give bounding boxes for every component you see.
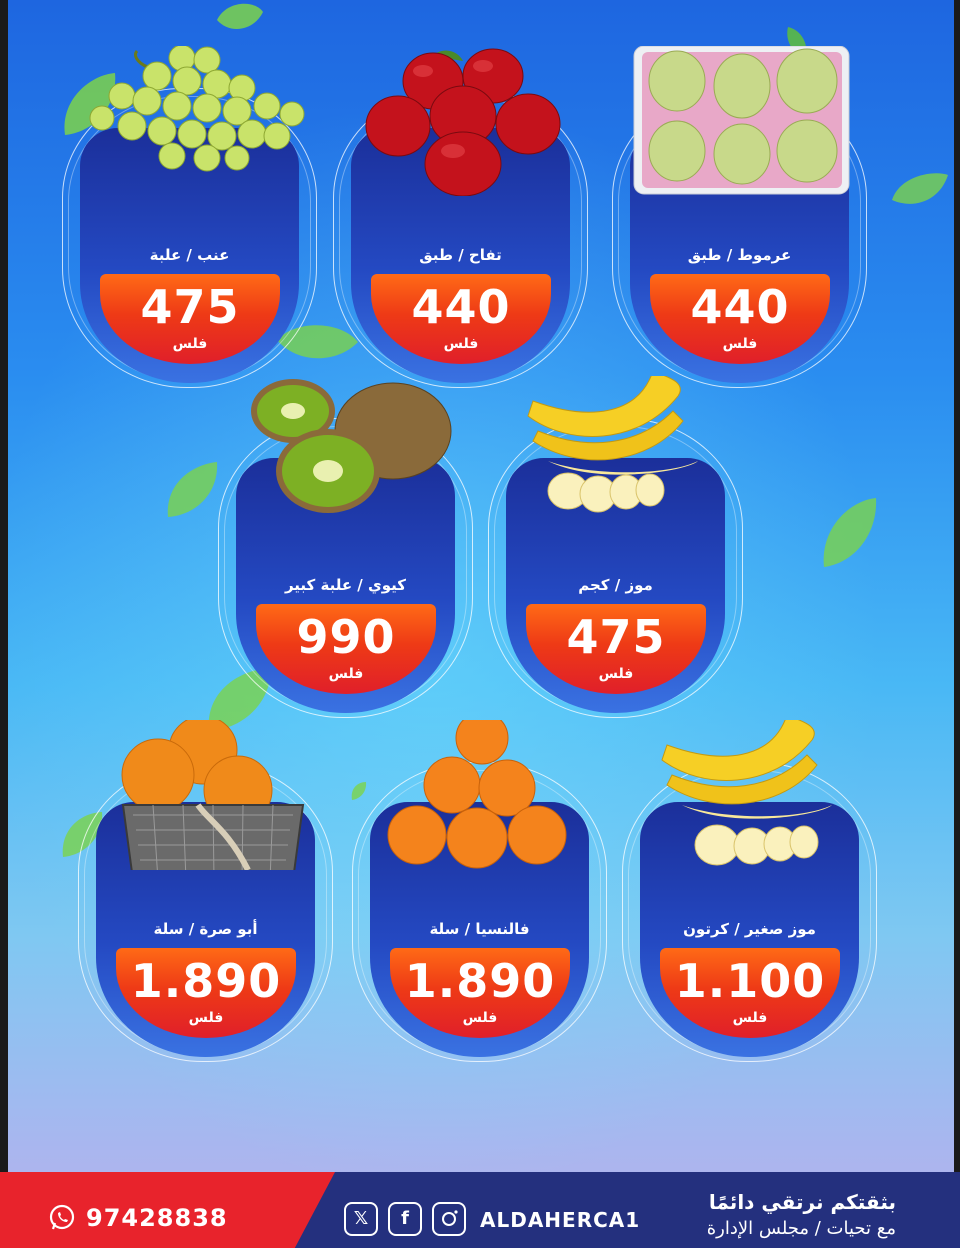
price-badge: 1.890 فلس xyxy=(390,948,570,1038)
price-badge: 475 فلس xyxy=(526,604,706,694)
banana-image xyxy=(661,720,832,866)
currency-label: فلس xyxy=(328,666,364,682)
product-label: موز صغير / كرتون xyxy=(683,920,816,938)
pears-tray-image xyxy=(633,46,850,195)
orange-basket-image xyxy=(121,720,305,870)
right-edge xyxy=(954,0,960,1180)
product-card-valencia-oranges[interactable]: فالنسيا / سلة 1.890 فلس xyxy=(352,720,607,1062)
currency-label: فلس xyxy=(443,336,479,352)
instagram-icon[interactable] xyxy=(432,1202,466,1236)
price-value: 475 xyxy=(566,610,666,664)
currency-label: فلس xyxy=(462,1010,498,1026)
phone-number[interactable]: 97428838 xyxy=(86,1204,228,1232)
price-badge: 475 فلس xyxy=(100,274,280,364)
currency-label: فلس xyxy=(598,666,634,682)
footer-contact-section: 97428838 xyxy=(0,1172,335,1248)
price-value: 440 xyxy=(690,280,790,334)
left-edge xyxy=(0,0,8,1180)
product-label: أبو صرة / سلة xyxy=(153,920,258,938)
product-card-grapes[interactable]: عنب / علبة 475 فلس xyxy=(62,46,317,388)
product-label: موز / كجم xyxy=(578,576,653,594)
banana-image xyxy=(527,376,698,513)
leaf-decoration xyxy=(892,173,948,204)
price-badge: 440 فلس xyxy=(371,274,551,364)
social-handle[interactable]: ALDAHERCA1 xyxy=(480,1208,640,1232)
apples-image xyxy=(365,48,561,196)
product-label: تفاح / طبق xyxy=(419,246,502,264)
product-card-orange-basket[interactable]: أبو صرة / سلة 1.890 فلس xyxy=(78,720,333,1062)
currency-label: فلس xyxy=(732,1010,768,1026)
price-value: 1.100 xyxy=(674,954,826,1008)
product-card-pears[interactable]: عرموط / طبق 440 فلس xyxy=(612,46,867,388)
currency-label: فلس xyxy=(172,336,208,352)
price-value: 1.890 xyxy=(404,954,556,1008)
currency-label: فلس xyxy=(722,336,758,352)
grapes-image xyxy=(89,46,305,172)
product-card-small-banana[interactable]: موز صغير / كرتون 1.100 فلس xyxy=(622,720,877,1062)
product-label: عنب / علبة xyxy=(149,246,230,264)
product-label: عرموط / طبق xyxy=(687,246,792,264)
whatsapp-icon[interactable] xyxy=(48,1204,76,1232)
product-card-apples[interactable]: تفاح / طبق 440 فلس xyxy=(333,48,588,388)
kiwi-image xyxy=(251,379,452,513)
price-badge: 1.890 فلس xyxy=(116,948,296,1038)
leaf-decoration xyxy=(217,3,263,30)
footer-bar: 97428838 𝕏 f ALDAHERCA1 بثقتكم نرتقي دائ… xyxy=(0,1172,960,1248)
price-value: 990 xyxy=(296,610,396,664)
product-label: فالنسيا / سلة xyxy=(429,920,530,938)
price-value: 440 xyxy=(411,280,511,334)
leaf-decoration xyxy=(167,462,218,517)
leaf-decoration xyxy=(823,498,877,567)
price-badge: 440 فلس xyxy=(650,274,830,364)
price-badge: 990 فلس xyxy=(256,604,436,694)
oranges-image xyxy=(387,720,567,869)
price-badge: 1.100 فلس xyxy=(660,948,840,1038)
price-value: 1.890 xyxy=(130,954,282,1008)
x-icon[interactable]: 𝕏 xyxy=(344,1202,378,1236)
facebook-icon[interactable]: f xyxy=(388,1202,422,1236)
product-card-kiwi[interactable]: كيوي / علبة كبير 990 فلس xyxy=(218,379,473,718)
product-label: كيوي / علبة كبير xyxy=(284,576,407,594)
product-card-banana[interactable]: موز / كجم 475 فلس xyxy=(488,376,743,718)
currency-label: فلس xyxy=(188,1010,224,1026)
price-value: 475 xyxy=(140,280,240,334)
slogan-line: بثقتكم نرتقي دائمًا xyxy=(708,1190,896,1214)
slogan-signature: مع تحيات / مجلس الإدارة xyxy=(706,1218,896,1239)
